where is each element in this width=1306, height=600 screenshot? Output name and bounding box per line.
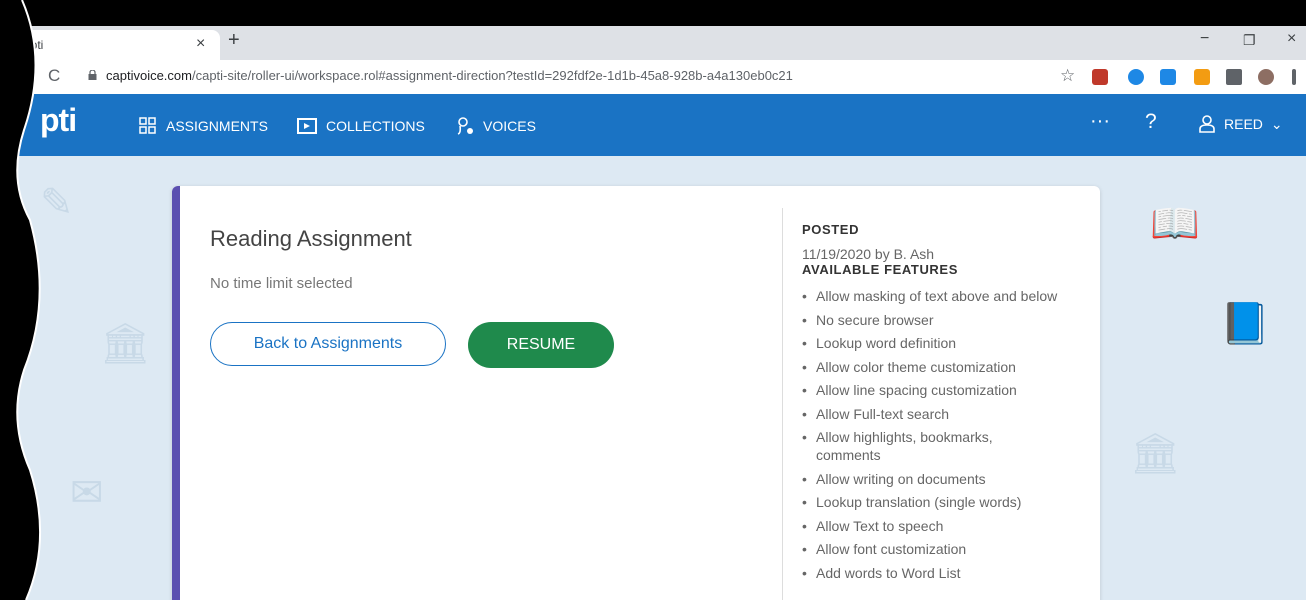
- left-frame-edge: [0, 0, 41, 600]
- features-label: AVAILABLE FEATURES: [802, 262, 958, 277]
- new-tab-icon[interactable]: +: [228, 29, 240, 52]
- url-field[interactable]: captivoice.com/capti-site/roller-ui/work…: [106, 68, 793, 83]
- url-host: captivoice.com: [106, 68, 192, 83]
- nav-voices[interactable]: VOICES: [455, 116, 536, 136]
- screen: apti × + − ❐ × C captivoice.com/capti-si…: [0, 0, 1306, 600]
- url-path: /capti-site/roller-ui/workspace.rol#assi…: [191, 68, 793, 83]
- chevron-down-icon: ⌄: [1270, 115, 1283, 132]
- grid-icon: [139, 117, 156, 134]
- browser-tab-strip: apti ×: [0, 26, 1306, 60]
- feature-item: Allow Text to speech: [802, 517, 1092, 535]
- feature-item: Allow writing on documents: [802, 470, 1092, 488]
- help-icon[interactable]: ?: [1145, 110, 1157, 134]
- feature-item: Lookup translation (single words): [802, 493, 1092, 511]
- feature-item: Allow masking of text above and below: [802, 287, 1092, 305]
- assignment-title: Reading Assignment: [210, 226, 412, 251]
- extension-orange-icon[interactable]: [1194, 69, 1210, 85]
- lock-icon: [88, 70, 97, 80]
- nav-assignments-label: ASSIGNMENTS: [166, 118, 268, 134]
- minimize-icon[interactable]: −: [1200, 30, 1209, 48]
- close-window-icon[interactable]: ×: [1287, 30, 1296, 48]
- top-black-bar: [0, 0, 1306, 26]
- bookmark-star-icon[interactable]: ☆: [1060, 66, 1075, 86]
- feature-item: Allow font customization: [802, 540, 1092, 558]
- background-decoration: 📘: [1220, 302, 1270, 346]
- nav-assignments[interactable]: ASSIGNMENTS: [138, 116, 268, 136]
- back-to-assignments-button[interactable]: Back to Assignments: [210, 322, 446, 366]
- more-options-icon[interactable]: ···: [1090, 110, 1110, 133]
- extension-square-icon[interactable]: [1160, 69, 1176, 85]
- background-decoration: 🏛: [1130, 432, 1181, 476]
- feature-item: Allow color theme customization: [802, 358, 1092, 376]
- posted-label: POSTED: [802, 222, 860, 237]
- user-icon: [1199, 115, 1215, 133]
- background-decoration: 📖: [1150, 202, 1200, 246]
- time-limit-text: No time limit selected: [210, 275, 353, 292]
- resume-button[interactable]: RESUME: [468, 322, 614, 368]
- divider: [782, 208, 783, 600]
- background-decoration: 🏛: [100, 322, 151, 366]
- assignment-details: POSTED 11/19/2020 by B. Ash AVAILABLE FE…: [802, 222, 1092, 587]
- feature-item: Allow highlights, bookmarks, comments: [802, 428, 1016, 464]
- nav-voices-label: VOICES: [483, 118, 536, 134]
- voice-icon: [457, 117, 473, 135]
- collection-icon: [297, 118, 317, 134]
- assignment-card: Reading Assignment No time limit selecte…: [172, 186, 1100, 600]
- close-tab-icon[interactable]: ×: [196, 35, 205, 53]
- nav-collections-label: COLLECTIONS: [326, 118, 425, 134]
- feature-item: Add words to Word List: [802, 564, 1092, 582]
- extension-shield-icon[interactable]: [1092, 69, 1108, 85]
- features-list: Allow masking of text above and below No…: [802, 287, 1092, 582]
- user-menu[interactable]: REED ⌄: [1198, 114, 1283, 134]
- posted-value: 11/19/2020 by B. Ash: [802, 246, 935, 262]
- restore-icon[interactable]: ❐: [1243, 32, 1256, 49]
- app-header: pti ASSIGNMENTS COLLECTIONS VOICES ··· ?…: [0, 94, 1306, 156]
- browser-menu-icon[interactable]: [1292, 69, 1296, 85]
- user-name: REED: [1224, 116, 1263, 132]
- address-bar-row: C captivoice.com/capti-site/roller-ui/wo…: [0, 60, 1306, 94]
- card-accent-bar: [172, 186, 180, 600]
- extensions-puzzle-icon[interactable]: [1226, 69, 1242, 85]
- profile-avatar[interactable]: [1258, 69, 1274, 85]
- extension-chat-icon[interactable]: [1128, 69, 1144, 85]
- nav-collections[interactable]: COLLECTIONS: [296, 116, 425, 136]
- feature-item: Allow line spacing customization: [802, 381, 1092, 399]
- feature-item: Allow Full-text search: [802, 405, 1092, 423]
- feature-item: No secure browser: [802, 311, 1092, 329]
- background-decoration: ✉: [70, 471, 104, 515]
- feature-item: Lookup word definition: [802, 334, 1092, 352]
